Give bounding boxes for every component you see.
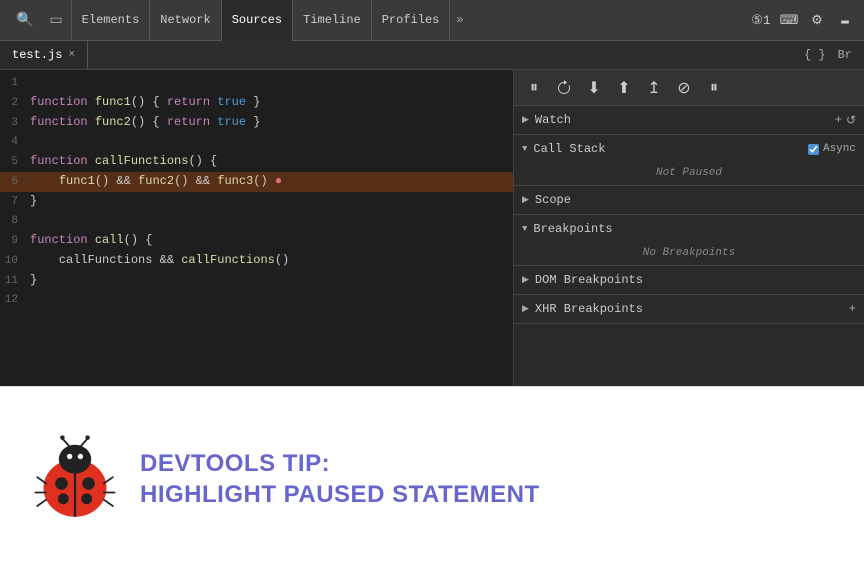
watch-add-btn[interactable]: +: [835, 113, 842, 128]
breakpoints-triangle: ▼: [522, 224, 527, 234]
nav-network[interactable]: Network: [150, 0, 221, 41]
tip-title-line1: DevTools Tip:: [140, 448, 540, 479]
watch-header[interactable]: ▶ Watch + ↺: [514, 106, 864, 134]
devtools-wrapper: 🔍 ▭ Elements Network Sources Timeline Pr…: [0, 0, 864, 571]
code-line-7: 7 }: [0, 192, 513, 212]
code-line-8: 8: [0, 212, 513, 231]
async-text: Async: [823, 143, 856, 155]
code-line-11: 11 }: [0, 271, 513, 291]
code-editor[interactable]: 1 2 function func1() { return true } 3 f…: [0, 70, 514, 386]
nav-bar: 🔍 ▭ Elements Network Sources Timeline Pr…: [0, 0, 864, 41]
code-line-1: 1: [0, 74, 513, 93]
mobile-icon[interactable]: ▭: [41, 12, 70, 29]
scope-label: Scope: [535, 193, 571, 207]
format-btn[interactable]: { }: [800, 46, 830, 64]
watch-label: Watch: [535, 113, 571, 127]
code-line-6: 6 func1() && func2() && func3() ●: [0, 172, 513, 192]
nav-profiles[interactable]: Profiles: [372, 0, 451, 41]
xhr-breakpoints-label: XHR Breakpoints: [535, 302, 643, 316]
right-panel: ⏸ ⬇ ⬆ ↥ ⊘ ⏸ ▶: [514, 70, 864, 386]
file-tab-label: test.js: [12, 48, 62, 62]
callstack-actions: Async: [808, 143, 856, 155]
tab-close-btn[interactable]: ×: [68, 49, 75, 61]
breakpoints-label: Breakpoints: [533, 222, 612, 236]
callstack-triangle: ▼: [522, 144, 527, 154]
step-out-btn[interactable]: ↥: [642, 76, 666, 100]
dom-breakpoints-triangle: ▶: [522, 275, 529, 285]
search-icon[interactable]: 🔍: [8, 12, 41, 29]
async-checkbox[interactable]: [808, 144, 819, 155]
watch-triangle: ▶: [522, 115, 529, 125]
devtools-area: test.js × { } Br 1 2 function func1(): [0, 41, 864, 386]
xhr-breakpoints-actions: +: [849, 302, 856, 316]
callstack-content: Not Paused: [514, 163, 864, 185]
nav-timeline[interactable]: Timeline: [293, 0, 372, 41]
callstack-header[interactable]: ▼ Call Stack Async: [514, 135, 864, 163]
pause-btn[interactable]: ⏸: [522, 76, 546, 100]
code-line-4: 4: [0, 133, 513, 152]
code-line-3: 3 function func2() { return true }: [0, 113, 513, 133]
breakpoints-section: ▼ Breakpoints No Breakpoints: [514, 215, 864, 266]
xhr-breakpoints-header[interactable]: ▶ XHR Breakpoints +: [514, 295, 864, 323]
code-lines: 1 2 function func1() { return true } 3 f…: [0, 70, 513, 314]
code-line-5: 5 function callFunctions() {: [0, 152, 513, 172]
dom-breakpoints-section: ▶ DOM Breakpoints: [514, 266, 864, 295]
nav-sources[interactable]: Sources: [222, 0, 293, 41]
step-into-btn[interactable]: ⬆: [612, 76, 636, 100]
devtools-body: 1 2 function func1() { return true } 3 f…: [0, 70, 864, 386]
dom-breakpoints-label: DOM Breakpoints: [535, 273, 643, 287]
watch-refresh-btn[interactable]: ↺: [846, 113, 856, 128]
code-line-10: 10 callFunctions && callFunctions(): [0, 251, 513, 271]
tip-text: DevTools Tip: Highlight Paused Statement: [140, 448, 540, 510]
watch-section: ▶ Watch + ↺: [514, 106, 864, 135]
reload-scripts-btn[interactable]: [552, 76, 576, 100]
tab-controls: { } Br: [800, 46, 864, 64]
file-tab-test-js[interactable]: test.js ×: [0, 41, 88, 69]
pause-exception-btn[interactable]: ⏸: [702, 76, 726, 100]
callstack-label: Call Stack: [533, 142, 605, 156]
tip-title-line2: Highlight Paused Statement: [140, 479, 540, 510]
async-label: Async: [808, 143, 856, 155]
nav-elements[interactable]: Elements: [71, 0, 151, 41]
xhr-add-btn[interactable]: +: [849, 302, 856, 316]
ladybug-icon: [30, 434, 120, 524]
nav-right-controls: ⑤1 ⌨ ⚙ ▬: [750, 9, 856, 31]
callstack-section: ▼ Call Stack Async Not Paused: [514, 135, 864, 186]
code-line-2: 2 function func1() { return true }: [0, 93, 513, 113]
nav-more[interactable]: »: [450, 13, 469, 27]
counter-badge: ⑤1: [750, 9, 772, 31]
terminal-icon[interactable]: ⌨: [778, 9, 800, 31]
xhr-breakpoints-triangle: ▶: [522, 304, 529, 314]
deactivate-btn[interactable]: ⊘: [672, 76, 696, 100]
tip-area: DevTools Tip: Highlight Paused Statement: [0, 386, 864, 571]
tab-bar: test.js × { } Br: [0, 41, 864, 70]
dom-breakpoints-header[interactable]: ▶ DOM Breakpoints: [514, 266, 864, 294]
code-line-12: 12: [0, 291, 513, 310]
scope-triangle: ▶: [522, 195, 529, 205]
breakpoints-content: No Breakpoints: [514, 243, 864, 265]
settings-icon[interactable]: ⚙: [806, 9, 828, 31]
breakpoint-btn[interactable]: Br: [834, 46, 856, 64]
breakpoints-header[interactable]: ▼ Breakpoints: [514, 215, 864, 243]
code-line-9: 9 function call() {: [0, 231, 513, 251]
xhr-breakpoints-section: ▶ XHR Breakpoints +: [514, 295, 864, 324]
scope-header[interactable]: ▶ Scope: [514, 186, 864, 214]
step-over-btn[interactable]: ⬇: [582, 76, 606, 100]
watch-actions: + ↺: [835, 113, 856, 128]
debug-toolbar: ⏸ ⬇ ⬆ ↥ ⊘ ⏸: [514, 70, 864, 106]
monitor-icon[interactable]: ▬: [834, 9, 856, 31]
scope-section: ▶ Scope: [514, 186, 864, 215]
